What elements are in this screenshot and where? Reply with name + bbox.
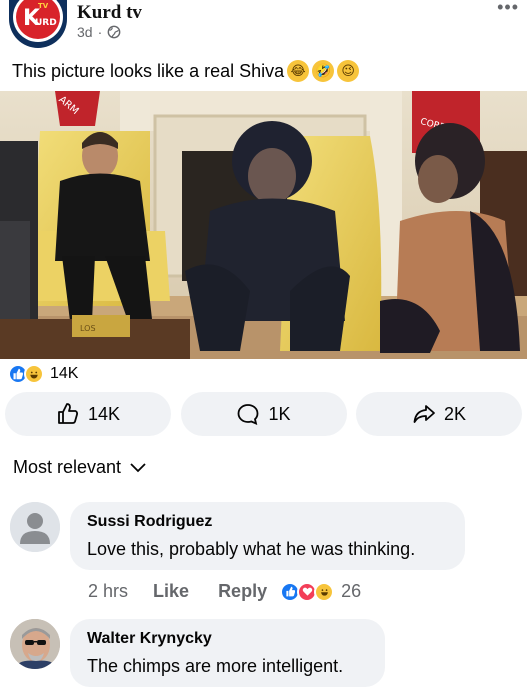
comment-bubble: Walter Krynycky The chimps are more inte… <box>70 619 385 687</box>
comment-actions: 2 hrs Like Reply 26 <box>88 581 361 602</box>
comment-reactions[interactable] <box>280 581 335 602</box>
comment-count: 1K <box>268 403 291 424</box>
rofl-emoji-icon: 🤣 <box>312 60 335 82</box>
commenter-avatar[interactable] <box>10 502 60 552</box>
share-count: 2K <box>443 403 467 424</box>
comment-button[interactable]: 1K <box>180 392 347 436</box>
default-user-icon <box>10 502 60 552</box>
caption-text: This picture looks like a real Shiva <box>12 60 285 81</box>
post-time[interactable]: 3d <box>77 24 93 40</box>
share-button[interactable]: 2K <box>356 392 522 436</box>
comment-reply-button[interactable]: Reply <box>218 581 267 602</box>
comment-sort-dropdown[interactable]: Most relevant <box>13 457 147 478</box>
commenter-avatar[interactable] <box>10 619 60 669</box>
thumbs-up-icon <box>58 403 78 424</box>
like-button[interactable]: 14K <box>5 392 171 436</box>
post-actions: 14K 1K 2K <box>5 392 522 438</box>
share-icon <box>413 405 435 423</box>
laughing-emoji-icon: 😂 <box>287 60 310 82</box>
meta-separator: · <box>97 24 103 40</box>
comment-text: Love this, probably what he was thinking… <box>87 539 416 559</box>
comment-author[interactable]: Sussi Rodriguez <box>87 513 449 531</box>
more-options-icon[interactable]: ••• <box>497 0 519 16</box>
like-count: 14K <box>87 403 121 424</box>
comment-icon <box>238 404 259 426</box>
comment-author[interactable]: Walter Krynycky <box>87 630 369 648</box>
comment-like-button[interactable]: Like <box>153 581 189 602</box>
comment-time[interactable]: 2 hrs <box>88 581 128 602</box>
reactions-summary[interactable]: 14K <box>8 364 78 384</box>
page-name[interactable]: Kurd tv <box>77 2 142 24</box>
sort-label: Most relevant <box>13 457 122 477</box>
wink-emoji-icon: 😉 <box>337 60 360 82</box>
comment-reaction-count: 26 <box>341 581 362 601</box>
comment-bubble: Sussi Rodriguez Love this, probably what… <box>70 502 465 570</box>
haha-reaction-icon <box>314 581 335 602</box>
globe-icon <box>107 25 121 39</box>
post-caption: This picture looks like a real Shiva 😂 🤣… <box>12 60 360 82</box>
post-photo[interactable]: ARM CORPS LOS <box>0 91 527 359</box>
comment-text: The chimps are more intelligent. <box>87 656 344 676</box>
profile-photo <box>10 619 60 669</box>
haha-reaction-icon <box>24 364 44 384</box>
reactions-count: 14K <box>50 365 79 382</box>
logo-text: URD <box>35 18 57 28</box>
box-label-text: LOS <box>80 324 96 333</box>
photo-illustration: ARM CORPS LOS <box>0 91 527 359</box>
post-meta: 3d · <box>77 24 121 40</box>
chevron-down-icon <box>130 462 146 472</box>
page-avatar[interactable]: TV K URD <box>9 0 67 48</box>
post-header: TV K URD Kurd tv 3d · ••• <box>0 0 527 56</box>
